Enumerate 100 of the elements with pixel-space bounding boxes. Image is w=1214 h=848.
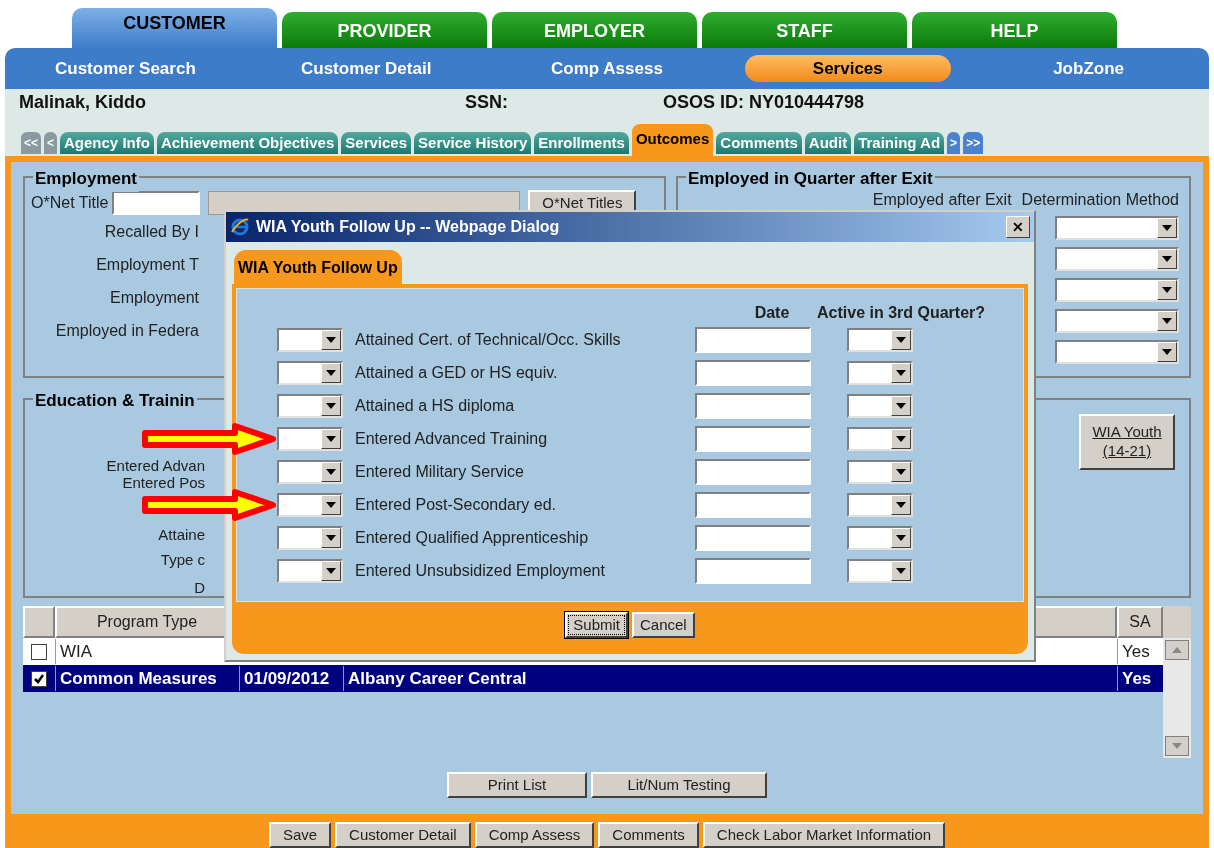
scroll-up-icon[interactable] bbox=[1165, 640, 1189, 660]
field-label: O*Net Title bbox=[31, 193, 109, 213]
field-label: Attaine bbox=[158, 527, 205, 543]
button[interactable]: Cancel bbox=[632, 612, 695, 638]
date-field[interactable] bbox=[695, 393, 811, 419]
sub-tab[interactable]: Achievement Objectives bbox=[156, 132, 339, 154]
scroll-down-icon[interactable] bbox=[1165, 736, 1189, 756]
dropdown[interactable] bbox=[277, 361, 343, 385]
dialog-tab[interactable]: WIA Youth Follow Up bbox=[234, 250, 402, 284]
field-label: Employment bbox=[110, 288, 199, 308]
column-header: SA bbox=[1117, 606, 1163, 638]
table-cell: 01/09/2012 bbox=[239, 665, 343, 692]
top-tab[interactable]: PROVIDER bbox=[282, 12, 487, 48]
outcome-label: Attained a HS diploma bbox=[354, 396, 516, 416]
field-label: Type c bbox=[160, 552, 205, 568]
field-label: Recalled By I bbox=[104, 222, 199, 242]
date-field[interactable] bbox=[695, 426, 811, 452]
customer-name: Malinak, Kiddo bbox=[19, 90, 147, 114]
dropdown[interactable] bbox=[847, 427, 913, 451]
outcome-label: Entered Post-Secondary ed. bbox=[354, 495, 557, 515]
column-label: Active in 3rd Quarter? bbox=[817, 303, 986, 319]
osos-id: OSOS ID: NY010444798 bbox=[663, 90, 865, 114]
outcome-label: Entered Military Service bbox=[354, 462, 525, 482]
outcome-label: Attained Cert. of Technical/Occ. Skills bbox=[354, 330, 622, 350]
dropdown[interactable] bbox=[1055, 309, 1179, 333]
button[interactable]: Submit bbox=[565, 612, 628, 638]
sub-tab[interactable]: Audit bbox=[804, 132, 852, 154]
top-tab[interactable]: HELP bbox=[912, 12, 1117, 48]
nav-link[interactable]: Comp Assess bbox=[539, 54, 675, 82]
button[interactable]: Save bbox=[268, 822, 332, 848]
column-label: Determination Method bbox=[1021, 190, 1179, 210]
top-tab[interactable]: STAFF bbox=[702, 12, 907, 48]
dropdown[interactable] bbox=[1055, 247, 1179, 271]
dropdown[interactable] bbox=[847, 361, 913, 385]
field-label: D bbox=[194, 580, 205, 596]
sub-tab[interactable]: Service History bbox=[414, 132, 532, 154]
date-field[interactable] bbox=[695, 360, 811, 386]
tab-scroll-button[interactable]: >> bbox=[963, 132, 984, 154]
dropdown[interactable] bbox=[1055, 278, 1179, 302]
dropdown[interactable] bbox=[847, 493, 913, 517]
dropdown[interactable] bbox=[1055, 340, 1179, 364]
button[interactable]: Lit/Num Testing bbox=[591, 772, 767, 798]
onet-title-field[interactable] bbox=[112, 191, 201, 215]
dropdown[interactable] bbox=[847, 559, 913, 583]
button[interactable]: Comments bbox=[598, 822, 699, 848]
outcome-label: Attained a GED or HS equiv. bbox=[354, 363, 559, 383]
date-field[interactable] bbox=[695, 459, 811, 485]
date-field[interactable] bbox=[695, 327, 811, 353]
table-cell: Common Measures bbox=[55, 665, 239, 692]
date-field[interactable] bbox=[695, 492, 811, 518]
top-tab[interactable]: CUSTOMER bbox=[72, 8, 277, 48]
field-label: Entered Advan bbox=[106, 458, 205, 474]
tab-scroll-button[interactable]: > bbox=[947, 132, 961, 154]
dropdown[interactable] bbox=[277, 559, 343, 583]
dropdown[interactable] bbox=[277, 394, 343, 418]
outcome-label: Entered Qualified Apprenticeship bbox=[354, 528, 590, 548]
dropdown[interactable] bbox=[277, 493, 343, 517]
ssn-label: SSN: bbox=[465, 90, 509, 114]
outcome-label: Entered Unsubsidized Employment bbox=[354, 561, 606, 581]
dialog-title: WIA Youth Follow Up -- Webpage Dialog bbox=[256, 217, 561, 237]
date-field[interactable] bbox=[695, 525, 811, 551]
dropdown[interactable] bbox=[277, 526, 343, 550]
dropdown[interactable] bbox=[847, 526, 913, 550]
button[interactable]: Customer Detail bbox=[335, 822, 471, 848]
button[interactable]: Print List bbox=[447, 772, 587, 798]
wia-youth-button[interactable]: WIA Youth (14-21) bbox=[1079, 414, 1175, 470]
button[interactable]: Comp Assess bbox=[474, 822, 595, 848]
nav-link[interactable]: Services bbox=[744, 54, 951, 82]
nav-link[interactable]: Customer Search bbox=[43, 54, 208, 82]
date-field[interactable] bbox=[695, 558, 811, 584]
checkbox[interactable] bbox=[31, 670, 47, 687]
scrollbar[interactable] bbox=[1163, 638, 1191, 758]
dropdown[interactable] bbox=[277, 427, 343, 451]
dropdown[interactable] bbox=[277, 328, 343, 352]
sub-tab[interactable]: Outcomes bbox=[631, 124, 714, 156]
nav-link[interactable]: JobZone bbox=[1041, 54, 1136, 82]
tab-scroll-button[interactable]: << bbox=[21, 132, 41, 154]
button[interactable]: Check Labor Market Information bbox=[702, 822, 946, 848]
sub-tab[interactable]: Agency Info bbox=[60, 132, 154, 154]
nav-link[interactable]: Customer Detail bbox=[289, 54, 444, 82]
close-button[interactable]: ✕ bbox=[1006, 216, 1030, 238]
field-label: Employed in Federa bbox=[55, 321, 199, 341]
dropdown[interactable] bbox=[847, 394, 913, 418]
sub-tab[interactable]: Comments bbox=[716, 132, 802, 154]
browser-logo-icon bbox=[230, 217, 250, 237]
dropdown[interactable] bbox=[1055, 216, 1179, 240]
sub-tab[interactable]: Enrollments bbox=[534, 132, 629, 154]
outcome-label: Entered Advanced Training bbox=[354, 429, 549, 449]
dropdown[interactable] bbox=[847, 328, 913, 352]
checkbox[interactable] bbox=[31, 643, 47, 660]
column-label: Employed after Exit bbox=[872, 190, 1012, 210]
tab-scroll-button[interactable]: < bbox=[44, 132, 58, 154]
field-label: Employment T bbox=[96, 255, 199, 275]
dropdown[interactable] bbox=[847, 460, 913, 484]
sub-tab[interactable]: Services bbox=[341, 132, 412, 154]
dropdown[interactable] bbox=[277, 460, 343, 484]
top-tab[interactable]: EMPLOYER bbox=[492, 12, 697, 48]
sub-tab[interactable]: Training Ad bbox=[854, 132, 945, 154]
field-label: Entered Pos bbox=[122, 475, 205, 491]
table-row[interactable]: Common Measures 01/09/2012 Albany Career Central Yes bbox=[23, 665, 1163, 692]
